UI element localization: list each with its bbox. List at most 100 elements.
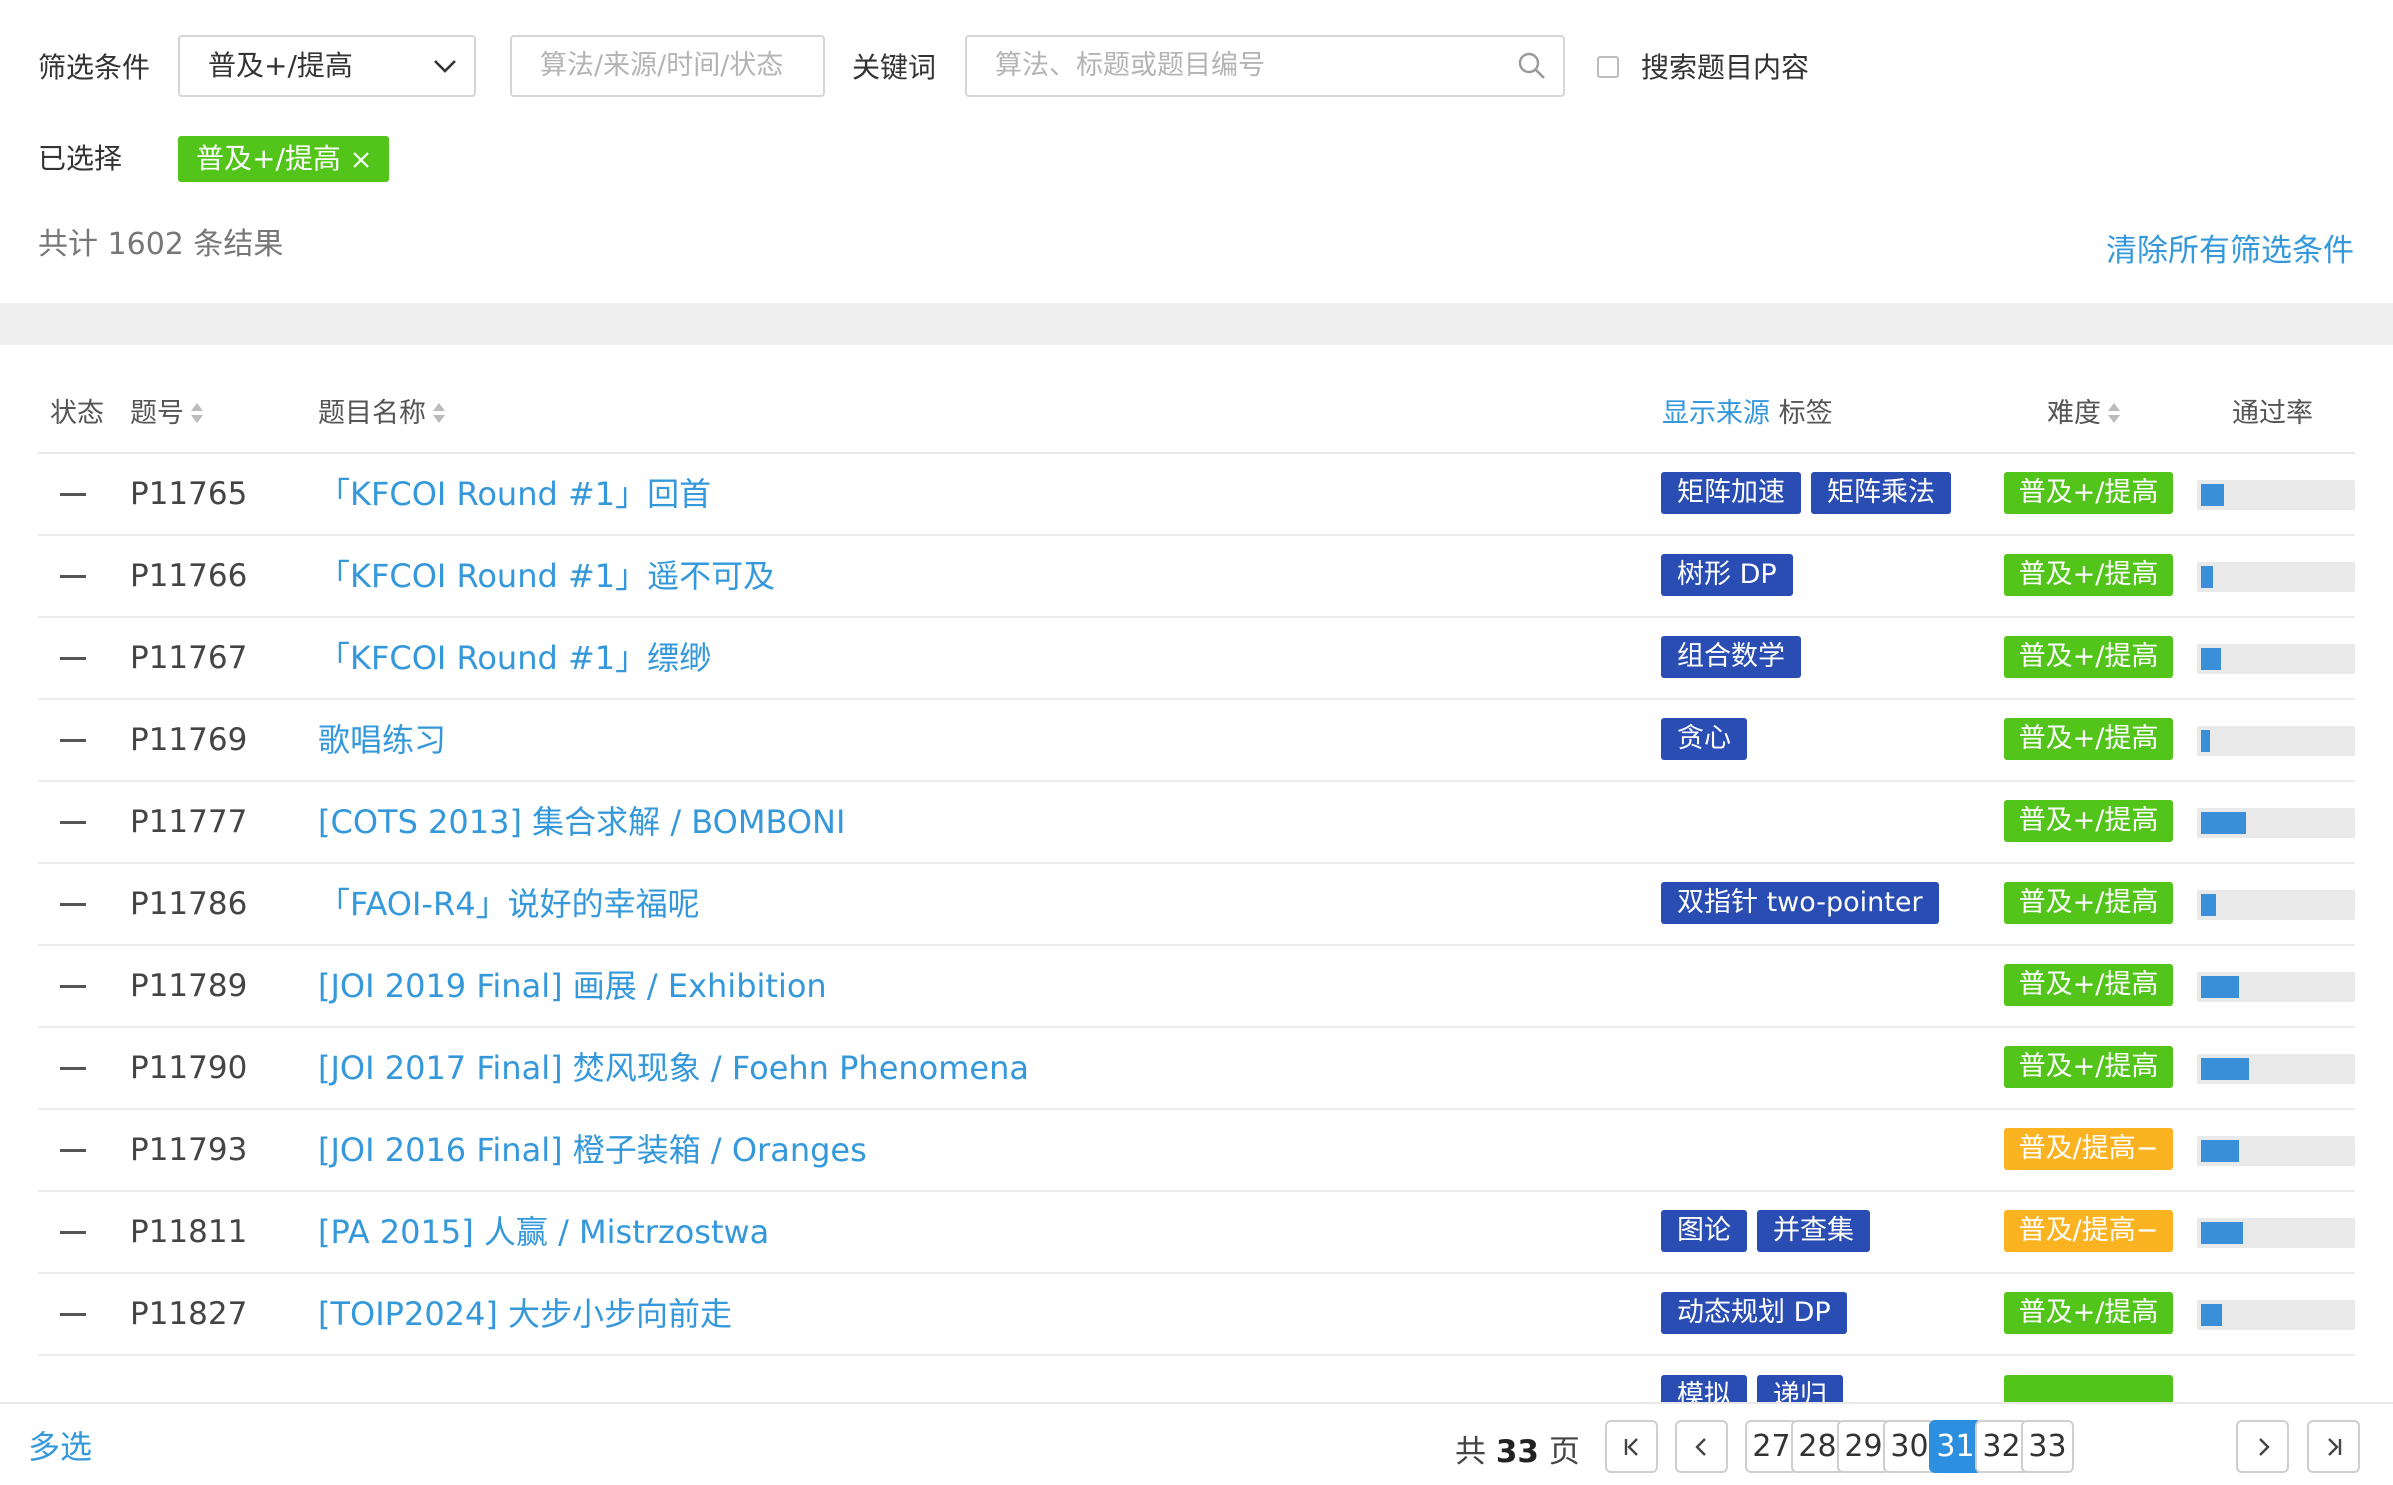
selected-filter-chip: 普及+/提高 xyxy=(178,136,389,182)
pass-rate-fill xyxy=(2201,730,2210,752)
sort-icon[interactable] xyxy=(2107,401,2121,425)
difficulty-badge[interactable]: 普及+/提高 xyxy=(2004,882,2173,924)
header-pid[interactable]: 题号 xyxy=(130,394,204,434)
table-row: P11789 [JOI 2019 Final] 画展 / Exhibition 普及… xyxy=(38,946,2355,1028)
algorithm-filter-input[interactable]: 算法/来源/时间/状态 xyxy=(510,35,825,97)
table-row-partial: 模拟 递归 xyxy=(38,1357,2355,1402)
algorithm-tag[interactable]: 动态规划 DP xyxy=(1661,1292,1847,1334)
problem-title-link[interactable]: [TOIP2024] 大步小步向前走 xyxy=(318,1294,732,1334)
multi-select-button[interactable]: 多选 xyxy=(28,1422,92,1468)
difficulty-badge[interactable]: 普及+/提高 xyxy=(2004,718,2173,760)
difficulty-badge[interactable]: 普及/提高− xyxy=(2004,1128,2173,1170)
difficulty-badge[interactable]: 普及+/提高 xyxy=(2004,800,2173,842)
table-row: P11811 [PA 2015] 人赢 / Mistrzostwa 图论 并查集 普及/… xyxy=(38,1192,2355,1274)
algorithm-tag[interactable]: 递归 xyxy=(1757,1375,1843,1402)
show-source-link[interactable]: 显示来源 xyxy=(1662,398,1770,429)
problem-id: P11790 xyxy=(130,1050,248,1086)
problem-id: P11766 xyxy=(130,558,248,594)
difficulty-badge[interactable]: 普及+/提高 xyxy=(2004,964,2173,1006)
algorithm-tag[interactable]: 模拟 xyxy=(1661,1375,1747,1402)
problem-title-link[interactable]: [JOI 2019 Final] 画展 / Exhibition xyxy=(318,966,827,1006)
first-page-button[interactable] xyxy=(1605,1420,1658,1473)
filter-label: 筛选条件 xyxy=(38,51,151,84)
problem-title-link[interactable]: 「KFCOI Round #1」回首 xyxy=(318,474,711,514)
pass-rate-bar xyxy=(2197,562,2355,592)
problem-id: P11827 xyxy=(130,1296,248,1332)
tag-list: 动态规划 DP xyxy=(1661,1292,1847,1334)
problem-title-link[interactable]: [JOI 2016 Final] 橙子装箱 / Oranges xyxy=(318,1130,867,1170)
header-status: 状态 xyxy=(50,398,104,429)
algorithm-tag[interactable]: 并查集 xyxy=(1757,1210,1870,1252)
table-row: P11769 歌唱练习 贪心 普及+/提高 xyxy=(38,700,2355,782)
algorithm-tag[interactable]: 树形 DP xyxy=(1661,554,1793,596)
tag-list: 矩阵加速 矩阵乘法 xyxy=(1661,472,1951,514)
problem-title-link[interactable]: 「FAOI-R4」说好的幸福呢 xyxy=(318,884,700,924)
table-row: P11766 「KFCOI Round #1」遥不可及 树形 DP 普及+/提高 xyxy=(38,536,2355,618)
difficulty-badge[interactable]: 普及+/提高 xyxy=(2004,554,2173,596)
table-row: P11827 [TOIP2024] 大步小步向前走 动态规划 DP 普及+/提高 xyxy=(38,1274,2355,1356)
problem-title-link[interactable]: 「KFCOI Round #1」遥不可及 xyxy=(318,556,775,596)
tag-list: 双指针 two-pointer xyxy=(1661,882,1939,924)
difficulty-badge[interactable]: 普及+/提高 xyxy=(2004,472,2173,514)
difficulty-badge[interactable]: 普及+/提高 xyxy=(2004,636,2173,678)
table-footer: 多选 共 33 页 27 28 29 30 31 32 33 xyxy=(0,1402,2393,1485)
partial-tags: 模拟 递归 xyxy=(1661,1375,1843,1402)
difficulty-badge[interactable]: 普及/提高− xyxy=(2004,1210,2173,1252)
status-dash-icon xyxy=(60,657,86,660)
pass-rate-bar xyxy=(2197,890,2355,920)
clear-all-filters-link[interactable]: 清除所有筛选条件 xyxy=(2106,225,2354,270)
search-icon[interactable] xyxy=(1517,51,1547,81)
problem-id: P11789 xyxy=(130,968,248,1004)
pass-rate-bar xyxy=(2197,1136,2355,1166)
header-title[interactable]: 题目名称 xyxy=(318,394,446,434)
close-icon[interactable] xyxy=(351,150,371,170)
difficulty-badge[interactable]: 普及+/提高 xyxy=(2004,1292,2173,1334)
table-row: P11767 「KFCOI Round #1」缥缈 组合数学 普及+/提高 xyxy=(38,618,2355,700)
selected-label: 已选择 xyxy=(38,142,123,175)
table-row: P11786 「FAOI-R4」说好的幸福呢 双指针 two-pointer 普及+/… xyxy=(38,864,2355,946)
status-dash-icon xyxy=(60,1067,86,1070)
sort-icon[interactable] xyxy=(190,401,204,425)
problem-title-link[interactable]: [JOI 2017 Final] 焚风现象 / Foehn Phenomena xyxy=(318,1048,1029,1088)
problem-id: P11811 xyxy=(130,1214,248,1250)
pass-rate-fill xyxy=(2201,812,2246,834)
header-difficulty[interactable]: 难度 xyxy=(2047,394,2121,434)
status-dash-icon xyxy=(60,903,86,906)
pass-rate-bar xyxy=(2197,972,2355,1002)
difficulty-badge xyxy=(2004,1375,2173,1402)
status-dash-icon xyxy=(60,575,86,578)
total-pages-count: 33 xyxy=(1495,1434,1539,1470)
algorithm-tag[interactable]: 组合数学 xyxy=(1661,636,1801,678)
result-count: 共计 1602 条结果 xyxy=(38,227,284,262)
next-page-button[interactable] xyxy=(2236,1420,2289,1473)
problem-title-link[interactable]: [COTS 2013] 集合求解 / BOMBONI xyxy=(318,802,845,842)
pass-rate-bar xyxy=(2197,726,2355,756)
tag-list: 贪心 xyxy=(1661,718,1747,760)
difficulty-select[interactable]: 普及+/提高 xyxy=(178,35,476,97)
pass-rate-bar xyxy=(2197,644,2355,674)
algorithm-tag[interactable]: 图论 xyxy=(1661,1210,1747,1252)
sort-icon[interactable] xyxy=(432,401,446,425)
keyword-search-input[interactable]: 算法、标题或题目编号 xyxy=(965,35,1565,97)
prev-page-button[interactable] xyxy=(1675,1420,1728,1473)
problem-title-link[interactable]: 歌唱练习 xyxy=(318,720,446,760)
algorithm-tag[interactable]: 矩阵乘法 xyxy=(1811,472,1951,514)
difficulty-badge[interactable]: 普及+/提高 xyxy=(2004,1046,2173,1088)
total-pages-prefix: 共 xyxy=(1455,1434,1486,1470)
last-page-button[interactable] xyxy=(2307,1420,2360,1473)
search-content-label[interactable]: 搜索题目内容 xyxy=(1641,48,1809,88)
chevron-down-icon xyxy=(434,60,456,73)
algorithm-tag[interactable]: 双指针 two-pointer xyxy=(1661,882,1939,924)
pass-rate-bar xyxy=(2197,1218,2355,1248)
problem-title-link[interactable]: [PA 2015] 人赢 / Mistrzostwa xyxy=(318,1212,769,1252)
keyword-search-placeholder: 算法、标题或题目编号 xyxy=(995,50,1265,81)
problem-id: P11777 xyxy=(130,804,248,840)
pass-rate-fill xyxy=(2201,484,2224,506)
search-content-checkbox[interactable] xyxy=(1597,56,1619,78)
algorithm-tag[interactable]: 贪心 xyxy=(1661,718,1747,760)
page-button[interactable]: 33 xyxy=(2021,1420,2074,1473)
algorithm-tag[interactable]: 矩阵加速 xyxy=(1661,472,1801,514)
status-dash-icon xyxy=(60,1313,86,1316)
chevron-left-icon xyxy=(1694,1438,1706,1456)
problem-title-link[interactable]: 「KFCOI Round #1」缥缈 xyxy=(318,638,711,678)
